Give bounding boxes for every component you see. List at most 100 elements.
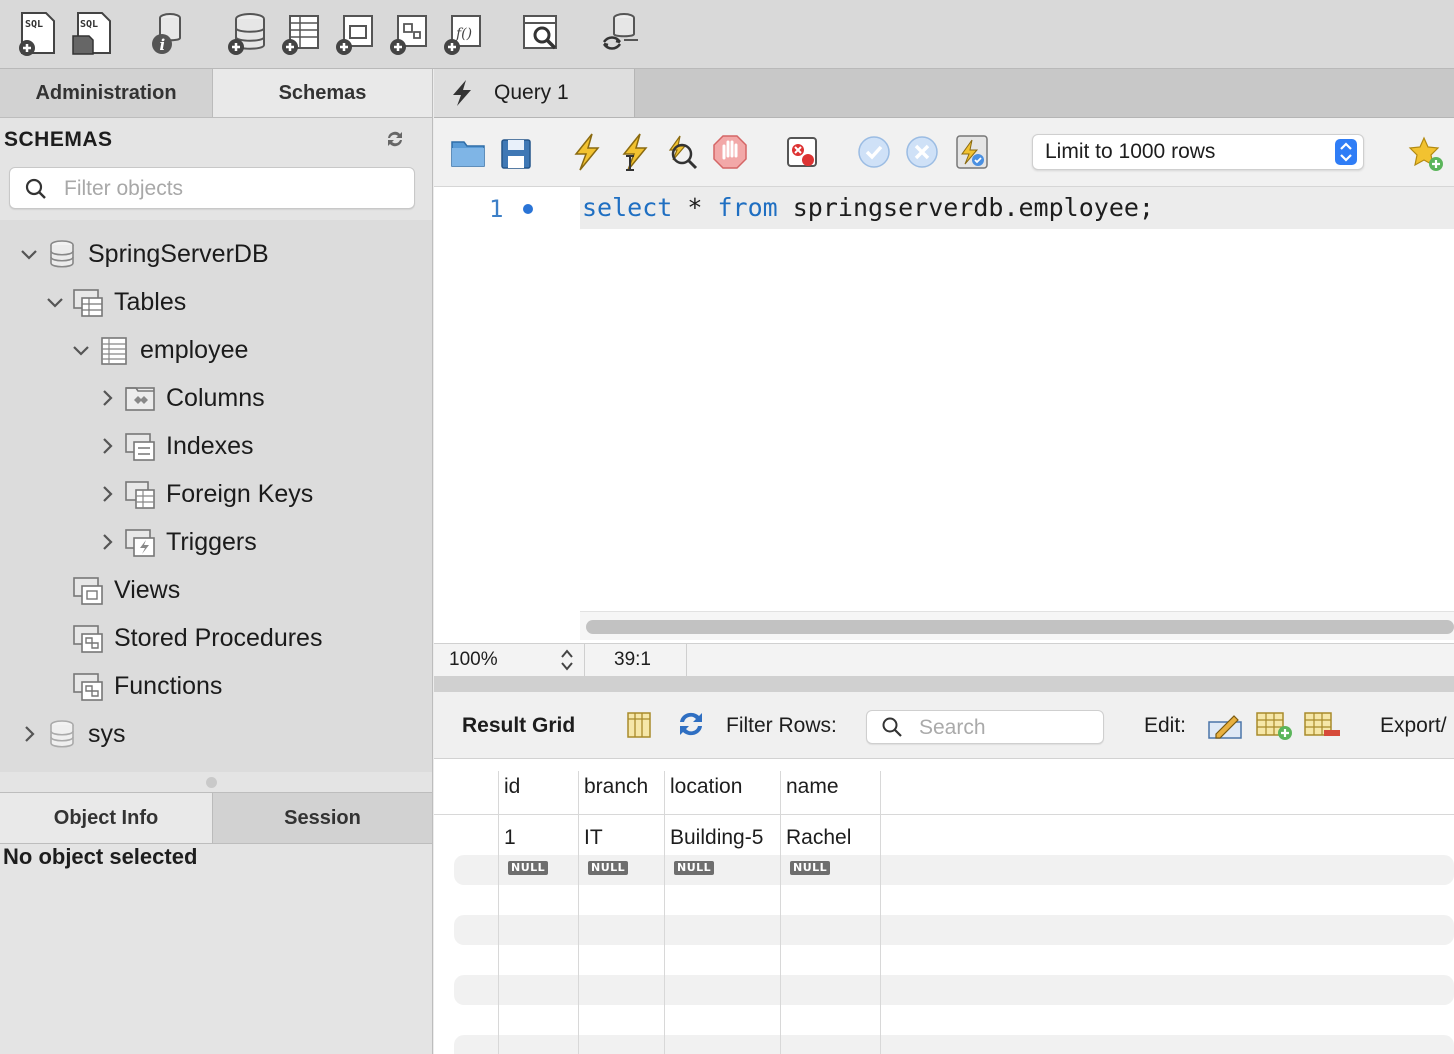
cell-id[interactable]: 1	[504, 826, 516, 850]
query-tab-label: Query 1	[494, 81, 569, 104]
zoom-stepper[interactable]	[560, 647, 574, 673]
schema-inspector-icon[interactable]: i	[148, 10, 192, 56]
null-badge[interactable]: NULL	[674, 861, 715, 875]
filter-objects-input[interactable]: Filter objects	[9, 167, 415, 209]
tree-item-springserverdb[interactable]: SpringServerDB	[18, 232, 269, 276]
cell-location[interactable]: Building-5	[670, 826, 763, 850]
zoom-level: 100%	[449, 649, 498, 670]
tab-object-info[interactable]: Object Info	[0, 793, 213, 843]
tab-schemas[interactable]: Schemas	[213, 69, 432, 117]
create-function-icon[interactable]: f()	[442, 10, 486, 56]
tree-item-employee[interactable]: employee	[70, 328, 248, 372]
pane-splitter[interactable]	[434, 676, 1454, 692]
tree-item-functions[interactable]: Functions	[72, 664, 222, 708]
scrollbar-thumb[interactable]	[586, 620, 1454, 634]
header-divider	[434, 814, 1454, 815]
commit-icon[interactable]	[856, 132, 892, 172]
schema-tree: SpringServerDB Tables employee Columns I…	[0, 220, 432, 772]
tree-item-stored-procedures[interactable]: Stored Procedures	[72, 616, 322, 660]
edit-label: Edit:	[1144, 714, 1187, 737]
tables-folder-icon	[73, 289, 103, 317]
export-label[interactable]: Export/	[1380, 714, 1447, 738]
execute-icon[interactable]	[568, 132, 604, 172]
chevron-right-icon[interactable]	[18, 723, 40, 745]
status-divider	[686, 644, 687, 676]
create-schema-icon[interactable]	[226, 10, 270, 56]
tree-item-foreign-keys[interactable]: Foreign Keys	[96, 472, 313, 516]
search-icon	[882, 717, 902, 737]
chevron-down-icon[interactable]	[44, 291, 66, 313]
schemas-header: SCHEMAS	[4, 128, 113, 151]
sql-editor[interactable]: 1 select * from springserverdb.employee;	[434, 187, 1454, 643]
null-badge[interactable]: NULL	[790, 861, 831, 875]
foreign-keys-folder-icon	[125, 481, 155, 509]
filter-rows-input[interactable]: Search	[866, 710, 1104, 744]
horizontal-scrollbar[interactable]	[580, 611, 1454, 640]
tree-item-label: employee	[140, 335, 249, 364]
chevron-down-icon[interactable]	[70, 339, 92, 361]
cursor-position: 39:1	[614, 649, 651, 670]
chevron-down-icon[interactable]	[18, 243, 40, 265]
autocommit-icon[interactable]	[954, 132, 990, 172]
stop-icon[interactable]	[712, 132, 748, 172]
column-header-id[interactable]: id	[504, 775, 520, 799]
line-number-gutter: 1	[434, 187, 580, 643]
column-header-name[interactable]: name	[786, 775, 839, 799]
cell-name[interactable]: Rachel	[786, 826, 851, 850]
tab-administration[interactable]: Administration	[0, 69, 213, 117]
chevron-right-icon[interactable]	[96, 483, 118, 505]
status-divider	[584, 644, 585, 676]
tree-item-indexes[interactable]: Indexes	[96, 424, 254, 468]
null-badge[interactable]: NULL	[508, 861, 549, 875]
tree-item-columns[interactable]: Columns	[96, 376, 265, 420]
refresh-results-icon[interactable]	[674, 708, 708, 740]
save-icon[interactable]	[498, 132, 534, 172]
explain-icon[interactable]	[664, 132, 700, 172]
toggle-error-stop-icon[interactable]	[784, 132, 820, 172]
edit-cell-icon[interactable]	[1206, 708, 1246, 742]
rollback-icon[interactable]	[904, 132, 940, 172]
open-sql-script-icon[interactable]: SQL	[70, 10, 114, 56]
refresh-icon[interactable]	[384, 128, 406, 150]
search-icon	[25, 178, 46, 199]
tab-session[interactable]: Session	[213, 793, 432, 843]
tree-item-sys[interactable]: sys	[18, 712, 126, 756]
execute-current-statement-icon[interactable]	[616, 132, 652, 172]
insert-row-icon[interactable]	[1254, 708, 1294, 742]
tree-item-views[interactable]: Views	[72, 568, 180, 612]
reconnect-icon[interactable]	[598, 10, 642, 56]
new-sql-tab-icon[interactable]: SQL	[16, 10, 60, 56]
tab-query-1[interactable]: Query 1	[434, 69, 635, 117]
keyword-select: select	[582, 193, 673, 222]
column-header-branch[interactable]: branch	[584, 775, 648, 799]
cell-branch[interactable]: IT	[584, 826, 603, 850]
filter-rows-label: Filter Rows:	[726, 714, 837, 737]
grid-layout-icon[interactable]	[624, 710, 654, 740]
chevron-right-icon[interactable]	[96, 435, 118, 457]
column-header-location[interactable]: location	[670, 775, 742, 799]
limit-rows-value: Limit to 1000 rows	[1045, 140, 1216, 163]
statement-marker-icon[interactable]	[523, 204, 533, 214]
open-folder-icon[interactable]	[450, 132, 486, 172]
navigator-panel: Administration Schemas SCHEMAS Filter ob…	[0, 69, 433, 1054]
svg-text:i: i	[160, 36, 166, 54]
tree-item-label: SpringServerDB	[88, 239, 269, 268]
tree-item-tables[interactable]: Tables	[44, 280, 186, 324]
views-folder-icon	[73, 577, 103, 605]
tree-item-label: Stored Procedures	[114, 623, 323, 652]
delete-row-icon[interactable]	[1302, 708, 1342, 742]
code-star: *	[672, 193, 718, 222]
tree-item-triggers[interactable]: Triggers	[96, 520, 257, 564]
search-table-data-icon[interactable]	[520, 10, 564, 56]
add-snippet-star-icon[interactable]	[1408, 134, 1444, 174]
chevron-right-icon[interactable]	[96, 531, 118, 553]
code-line[interactable]: select * from springserverdb.employee;	[580, 187, 1454, 229]
tree-item-label: Triggers	[166, 527, 257, 556]
create-table-icon[interactable]	[280, 10, 324, 56]
chevron-right-icon[interactable]	[96, 387, 118, 409]
create-procedure-icon[interactable]	[388, 10, 432, 56]
panel-splitter-handle[interactable]	[206, 777, 217, 788]
null-badge[interactable]: NULL	[588, 861, 629, 875]
limit-rows-select[interactable]: Limit to 1000 rows	[1032, 134, 1364, 170]
create-view-icon[interactable]	[334, 10, 378, 56]
